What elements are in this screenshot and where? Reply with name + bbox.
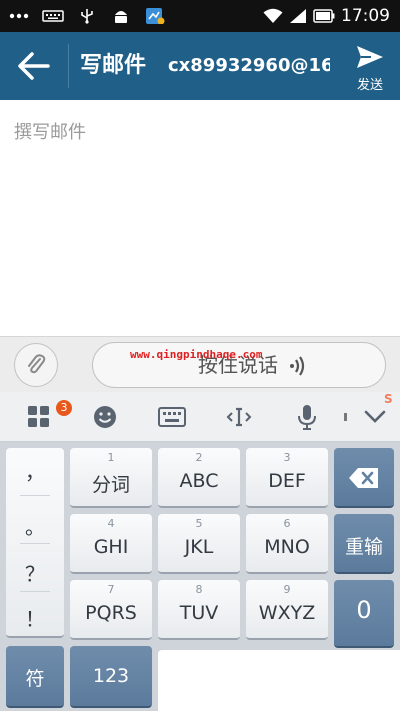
key-number: 1 <box>107 451 115 464</box>
key-label: ABC <box>179 470 219 492</box>
keyboard-icon <box>42 10 64 22</box>
key-number: 9 <box>283 583 291 596</box>
punctuation-column: ， 。 ？ ！ <box>6 448 64 638</box>
key-9-wxyz[interactable]: 9 WXYZ <box>246 580 328 640</box>
backspace-key[interactable] <box>334 448 394 508</box>
ime-menu-button[interactable]: 3 <box>14 392 72 442</box>
key-5-jkl[interactable]: 5 JKL <box>158 514 240 574</box>
key-number: 2 <box>195 451 203 464</box>
key-3-def[interactable]: 3 DEF <box>246 448 328 508</box>
voice-input-bar: 按住说话 www.qingpindhaqe.com <box>0 336 400 392</box>
chevron-down-icon <box>364 410 386 423</box>
key-number: 8 <box>195 583 203 596</box>
watermark-s-mark: S <box>384 392 393 406</box>
key-2-abc[interactable]: 2 ABC <box>158 448 240 508</box>
wifi-icon <box>263 8 283 23</box>
voice-input-button[interactable] <box>282 392 332 442</box>
status-system-icons: 17:09 <box>263 0 390 32</box>
emoji-button[interactable] <box>80 392 130 442</box>
key-label: TUV <box>179 602 219 624</box>
paperclip-icon <box>28 354 46 374</box>
battery-icon <box>313 9 335 23</box>
punctuation-separator <box>20 495 50 496</box>
microphone-icon <box>298 405 316 430</box>
app-notification-icon <box>146 8 165 24</box>
ime-toolbar: 3 <box>0 392 400 442</box>
attach-button[interactable] <box>14 343 58 387</box>
key-exclamation[interactable]: ！ <box>6 603 64 650</box>
account-email: cx89932960@16. <box>168 55 330 76</box>
key-6-mno[interactable]: 6 MNO <box>246 514 328 574</box>
key-8-tuv[interactable]: 8 TUV <box>158 580 240 640</box>
key-7-pqrs[interactable]: 7 PQRS <box>70 580 152 640</box>
key-label: DEF <box>268 470 306 492</box>
key-number: 3 <box>283 451 291 464</box>
key-number: 7 <box>107 583 115 596</box>
key-number: 4 <box>107 517 115 530</box>
status-bar: 17:09 <box>0 0 400 32</box>
symbol-key[interactable]: 符 <box>6 646 64 708</box>
key-number: 6 <box>283 517 291 530</box>
page-title: 写邮件 <box>80 53 147 78</box>
key-0[interactable]: 0 <box>334 580 394 648</box>
text-cursor-icon <box>226 407 252 427</box>
key-4-ghi[interactable]: 4 GHI <box>70 514 152 574</box>
android-icon <box>115 11 127 23</box>
reenter-key[interactable]: 重输 <box>334 514 394 574</box>
cursor-move-button[interactable] <box>214 392 264 442</box>
key-label: GHI <box>93 536 129 558</box>
key-label: 分词 <box>91 474 130 496</box>
keyboard-icon <box>158 407 186 427</box>
key-label: MNO <box>264 536 310 558</box>
app-bar-divider <box>68 44 69 88</box>
arrow-left-icon <box>18 52 50 80</box>
keyboard-switch-button[interactable] <box>146 392 198 442</box>
grid-icon <box>28 406 49 427</box>
key-period[interactable]: 。 <box>6 511 64 558</box>
voice-wave-icon <box>290 356 305 376</box>
usb-icon <box>81 9 93 24</box>
smiley-icon <box>94 406 116 428</box>
space-key[interactable] <box>158 650 400 711</box>
reenter-label: 重输 <box>344 536 383 558</box>
status-time: 17:09 <box>341 6 390 26</box>
send-label: 发送 <box>356 78 383 93</box>
zero-label: 0 <box>356 596 372 624</box>
punctuation-separator <box>20 543 50 544</box>
compose-area[interactable]: 撰写邮件 <box>0 100 400 336</box>
watermark-text: www.qingpindhaqe.com <box>130 348 263 361</box>
notification-badge: 3 <box>56 400 72 416</box>
key-1-fenci[interactable]: 1 分词 <box>70 448 152 508</box>
app-bar: 写邮件 cx89932960@16. 发送 <box>0 32 400 100</box>
key-label: WXYZ <box>258 602 316 624</box>
key-question[interactable]: ？ <box>6 558 64 605</box>
symbol-label: 符 <box>25 668 45 690</box>
compose-placeholder: 撰写邮件 <box>14 122 86 143</box>
key-number: 5 <box>195 517 203 530</box>
numeric-key[interactable]: 123 <box>70 646 152 708</box>
backspace-icon <box>349 468 378 488</box>
send-button[interactable]: 发送 <box>340 32 400 100</box>
toolbar-separator <box>344 413 347 421</box>
status-notification-icons <box>8 0 166 32</box>
send-icon <box>357 46 383 68</box>
punctuation-separator <box>20 591 50 592</box>
numeric-label: 123 <box>92 665 130 687</box>
back-button[interactable] <box>0 32 68 100</box>
signal-icon <box>290 9 306 23</box>
more-icon <box>9 13 29 19</box>
key-label: PQRS <box>85 602 137 624</box>
key-label: JKL <box>184 536 214 558</box>
